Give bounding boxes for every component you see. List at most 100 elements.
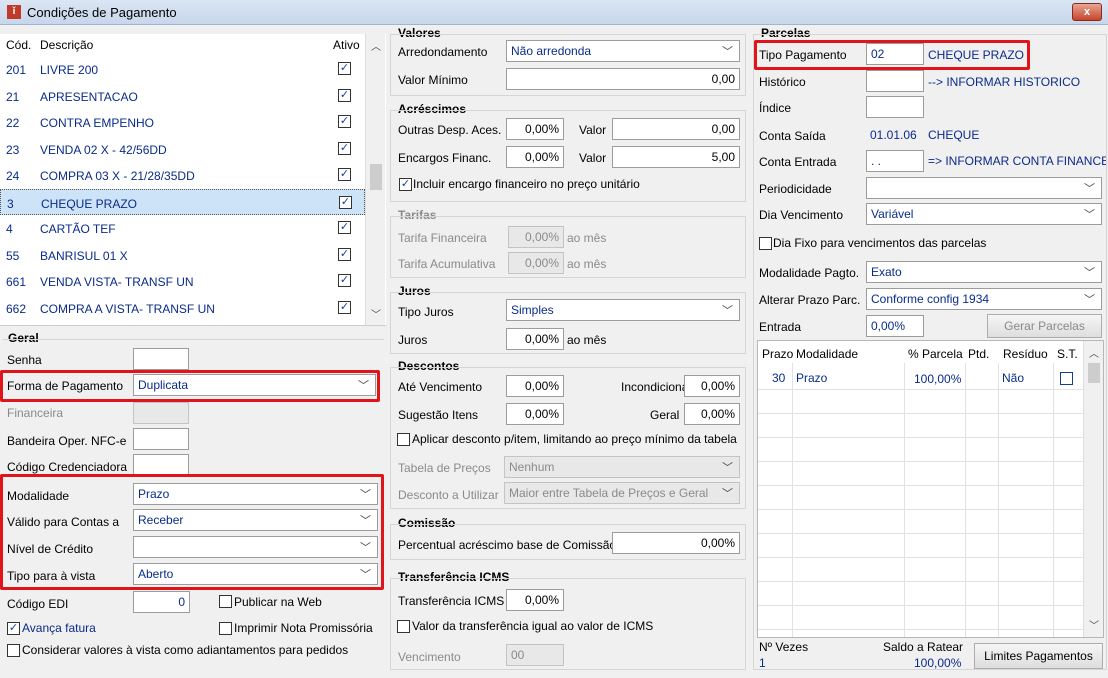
grid-header-modalidade[interactable]: Modalidade [796, 347, 858, 361]
bandeira-field[interactable] [133, 428, 189, 450]
financeira-field[interactable] [133, 402, 189, 424]
dia-fixo-checkbox[interactable] [759, 237, 772, 250]
valido-select[interactable]: Receber ﹀ [133, 509, 378, 531]
grid-header-residuo[interactable]: Resíduo [1003, 347, 1048, 361]
list-item-active-checkbox[interactable]: ✓ [338, 168, 351, 181]
grid-header-st[interactable]: S.T. [1057, 347, 1078, 361]
modalidade-select[interactable]: Prazo ﹀ [133, 483, 378, 505]
scroll-up-icon[interactable]: ︿ [371, 38, 381, 53]
list-item-active-checkbox[interactable]: ✓ [338, 274, 351, 287]
list-item-active-checkbox[interactable]: ✓ [339, 195, 352, 209]
ate-field[interactable]: 0,00% [506, 375, 564, 397]
grid-scrollbar[interactable]: ︿ ﹀ [1083, 341, 1103, 637]
credenciadora-field[interactable] [133, 454, 189, 476]
list-scrollbar[interactable]: ︿ ﹀ [365, 34, 385, 325]
incond-field[interactable]: 0,00% [684, 375, 740, 397]
publicar-checkbox[interactable] [219, 595, 232, 608]
periodicidade-select[interactable]: ﹀ [866, 177, 1102, 199]
close-button[interactable]: x [1072, 3, 1102, 21]
col-header-code[interactable]: Cód. [6, 38, 31, 52]
arred-select[interactable]: Não arredonda ﹀ [506, 40, 740, 62]
list-item[interactable]: 3 CHEQUE PRAZO ✓ [0, 188, 365, 215]
limites-pagamentos-button[interactable]: Limites Pagamentos [974, 643, 1103, 669]
avanca-checkbox[interactable]: ✓ [7, 622, 20, 635]
aplicar-checkbox[interactable] [397, 433, 410, 446]
grid-row-line [758, 629, 1083, 630]
grid-header-prazo[interactable]: Prazo [762, 347, 793, 361]
igual-checkbox[interactable] [397, 620, 410, 633]
outras-valor-field[interactable]: 0,00 [612, 118, 740, 140]
modal-pagto-label: Modalidade Pagto. [759, 266, 860, 280]
grid-row-st-checkbox[interactable] [1060, 372, 1073, 385]
gerar-parcelas-button[interactable]: Gerar Parcelas [987, 314, 1102, 338]
tabela-select[interactable]: Nenhum ﹀ [504, 456, 740, 478]
transf-field[interactable]: 0,00% [506, 589, 564, 611]
list-item-active-checkbox[interactable]: ✓ [338, 115, 351, 128]
senha-field[interactable] [133, 348, 189, 370]
entrada-field[interactable]: 0,00% [866, 315, 924, 337]
list-item[interactable]: 662 COMPRA A VISTA- TRANSF UN ✓ [0, 295, 365, 321]
encargos-pct-field[interactable]: 0,00% [506, 146, 564, 168]
list-item-active-checkbox[interactable]: ✓ [338, 62, 351, 75]
geral-desc-field[interactable]: 0,00% [684, 403, 740, 425]
tipo-pag-code-field[interactable]: 02 [866, 43, 924, 65]
outras-pct-field[interactable]: 0,00% [506, 118, 564, 140]
scrollbar-thumb[interactable] [370, 164, 382, 190]
indice-field[interactable] [866, 96, 924, 118]
edi-field[interactable]: 0 [133, 591, 190, 613]
conta-saida-code[interactable]: 01.01.06 [870, 128, 917, 142]
grid-row-prazo[interactable]: 30 [772, 371, 785, 385]
list-item[interactable]: 22 CONTRA EMPENHO ✓ [0, 109, 365, 135]
utilizar-value: Maior entre Tabela de Preços e Geral [509, 486, 709, 500]
list-item[interactable]: 21 APRESENTACAO ✓ [0, 83, 365, 109]
list-item-active-checkbox[interactable]: ✓ [338, 247, 351, 261]
minimo-field[interactable]: 0,00 [506, 68, 740, 90]
incluir-checkbox[interactable]: ✓ [399, 178, 412, 191]
grid-row-residuo[interactable]: Não [1002, 371, 1024, 385]
list-item[interactable]: 24 COMPRA 03 X - 21/28/35DD ✓ [0, 162, 365, 188]
parcelas-grid[interactable]: Prazo Modalidade % Parcela Ptd. Resíduo … [757, 340, 1104, 638]
list-item-active-checkbox[interactable]: ✓ [338, 221, 351, 234]
grid-row-parcela[interactable]: 100,00% [914, 372, 961, 386]
col-header-description[interactable]: Descrição [40, 38, 93, 52]
tipo-juros-select[interactable]: Simples ﹀ [506, 299, 740, 321]
grid-header-ptd[interactable]: Ptd. [968, 347, 989, 361]
alterar-select[interactable]: Conforme config 1934 ﹀ [866, 288, 1102, 310]
scroll-down-icon[interactable]: ﹀ [1089, 617, 1099, 632]
historico-field[interactable] [866, 70, 924, 92]
modal-pagto-select[interactable]: Exato ﹀ [866, 261, 1102, 283]
list-item[interactable]: 661 VENDA VISTA- TRANSF UN ✓ [0, 268, 365, 294]
venc-field[interactable]: 00 [506, 644, 564, 666]
forma-select[interactable]: Duplicata ﹀ [133, 374, 376, 396]
grid-row-modalidade[interactable]: Prazo [796, 371, 827, 385]
scrollbar-thumb[interactable] [1088, 363, 1100, 383]
col-header-active[interactable]: Ativo [333, 38, 360, 52]
juros-field[interactable]: 0,00% [506, 328, 564, 350]
scroll-up-icon[interactable]: ︿ [1089, 345, 1099, 360]
comissao-field[interactable]: 0,00% [612, 532, 740, 554]
conta-entrada-field[interactable]: . . [866, 150, 924, 172]
scroll-down-icon[interactable]: ﹀ [371, 306, 381, 321]
list-item[interactable]: 55 BANRISUL 01 X ✓ [0, 242, 365, 268]
utilizar-select[interactable]: Maior entre Tabela de Preços e Geral ﹀ [504, 482, 740, 504]
list-item[interactable]: 4 CARTÃO TEF ✓ [0, 215, 365, 241]
imprimir-checkbox[interactable] [219, 622, 232, 635]
publicar-label: Publicar na Web [234, 595, 322, 609]
condition-list[interactable]: Cód. Descrição Ativo 201 LIVRE 200 ✓ 21 APRE… [0, 34, 386, 326]
nivel-select[interactable]: ﹀ [133, 536, 378, 558]
list-item[interactable]: 23 VENDA 02 X - 42/56DD ✓ [0, 136, 365, 162]
tipo-vista-select[interactable]: Aberto ﹀ [133, 563, 378, 585]
senha-label: Senha [7, 353, 42, 367]
dia-venc-select[interactable]: Variável ﹀ [866, 203, 1102, 225]
list-item-active-checkbox[interactable]: ✓ [338, 141, 351, 155]
encargos-valor-field[interactable]: 5,00 [612, 146, 740, 168]
tarifa-acum-field[interactable]: 0,00% [508, 252, 564, 274]
tarifa-fin-field[interactable]: 0,00% [508, 226, 564, 248]
window: ǐ Condições de Pagamento x Cód. Descriçã… [0, 0, 1108, 678]
list-item[interactable]: 201 LIVRE 200 ✓ [0, 56, 365, 82]
grid-header-parcela[interactable]: % Parcela [908, 347, 963, 361]
sug-field[interactable]: 0,00% [506, 403, 564, 425]
considerar-checkbox[interactable] [7, 644, 20, 657]
list-item-active-checkbox[interactable]: ✓ [338, 88, 351, 102]
list-item-active-checkbox[interactable]: ✓ [338, 300, 351, 314]
